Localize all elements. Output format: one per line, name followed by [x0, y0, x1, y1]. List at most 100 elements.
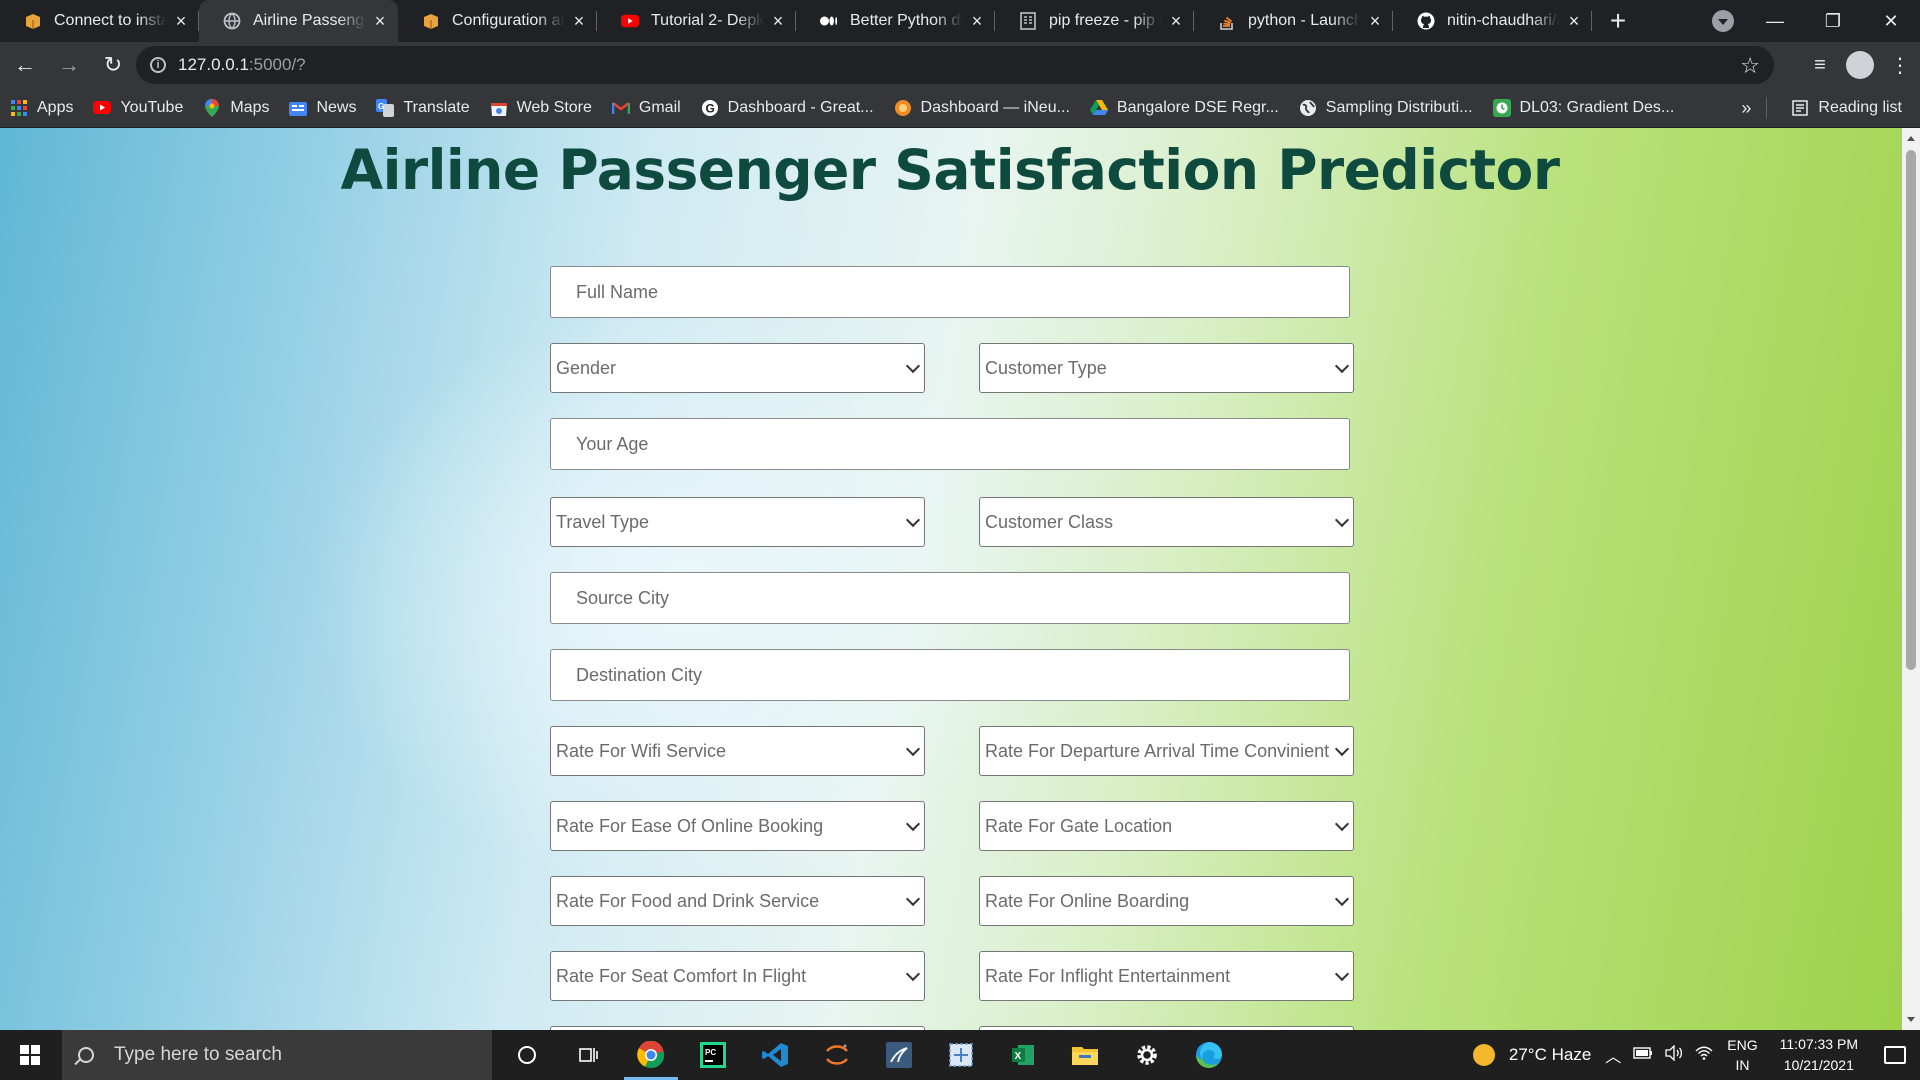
reading-list-button[interactable]: Reading list — [1781, 93, 1920, 123]
tab-configuration[interactable]: Configuration and × — [398, 0, 597, 42]
back-arrow-icon[interactable]: ← — [6, 46, 44, 84]
seat-comfort-rating-select[interactable]: Rate For Seat Comfort In Flight — [550, 951, 925, 1001]
language-top: ENG — [1727, 1037, 1758, 1053]
more-bookmarks-chevron-icon[interactable]: » — [1726, 98, 1766, 119]
mysql-workbench-icon[interactable] — [868, 1030, 930, 1080]
bookmark-news[interactable]: News — [279, 93, 366, 123]
gate-location-rating-select[interactable]: Rate For Gate Location — [979, 801, 1354, 851]
close-icon[interactable]: × — [1168, 12, 1184, 30]
menu-kebab-icon[interactable]: ⋮ — [1880, 45, 1920, 85]
taskbar-clock[interactable]: 11:07:33 PM 10/21/2021 — [1780, 1034, 1858, 1076]
restore-icon[interactable]: ❐ — [1804, 0, 1862, 42]
jupyter-icon[interactable] — [806, 1030, 868, 1080]
source-city-input[interactable]: Source City — [550, 572, 1350, 624]
close-icon[interactable]: × — [1566, 12, 1582, 30]
taskbar-search-input[interactable]: Type here to search — [62, 1030, 492, 1080]
customer-type-value: Customer Type — [985, 357, 1107, 378]
close-icon[interactable]: × — [372, 12, 388, 30]
chevron-down-icon — [905, 358, 921, 374]
gender-select[interactable]: Gender — [550, 343, 925, 393]
web-store-icon — [490, 99, 508, 117]
tab-search-icon[interactable] — [1712, 10, 1734, 32]
bookmark-dashboard-ineuron[interactable]: Dashboard — iNeu... — [884, 93, 1080, 123]
wifi-icon[interactable] — [1695, 1046, 1713, 1065]
tab-better-python[interactable]: Better Python dep × — [796, 0, 995, 42]
language-indicator[interactable]: ENG IN — [1727, 1035, 1757, 1075]
page-scrollbar[interactable] — [1902, 128, 1920, 1030]
excel-icon[interactable]: X — [992, 1030, 1054, 1080]
snipping-tool-icon[interactable] — [930, 1030, 992, 1080]
travel-type-select[interactable]: Travel Type — [550, 497, 925, 547]
info-icon[interactable]: i — [150, 57, 166, 73]
bookmark-star-icon[interactable]: ☆ — [1740, 53, 1760, 79]
bookmark-apps[interactable]: Apps — [0, 93, 83, 123]
windows-start-icon[interactable] — [0, 1030, 60, 1080]
media-queue-icon[interactable]: ≡ — [1800, 45, 1840, 85]
close-icon[interactable]: × — [173, 12, 189, 30]
scroll-up-icon[interactable] — [1907, 136, 1915, 141]
full-name-input[interactable]: Full Name — [550, 266, 1350, 318]
inflight-entertainment-rating-select[interactable]: Rate For Inflight Entertainment — [979, 951, 1354, 1001]
vscode-icon[interactable] — [744, 1030, 806, 1080]
tab-github[interactable]: nitin-chaudhari/a × — [1393, 0, 1592, 42]
tab-connect-instance[interactable]: Connect to instan × — [0, 0, 199, 42]
close-icon[interactable]: × — [571, 12, 587, 30]
notification-center-icon[interactable] — [1884, 1046, 1906, 1064]
weather-widget[interactable]: 27°C Haze — [1472, 1044, 1591, 1066]
bookmark-youtube[interactable]: YouTube — [83, 93, 193, 123]
online-boarding-rating-select[interactable]: Rate For Online Boarding — [979, 876, 1354, 926]
scroll-down-icon[interactable] — [1907, 1017, 1915, 1022]
edge-icon[interactable] — [1178, 1030, 1240, 1080]
forward-arrow-icon[interactable]: → — [50, 46, 88, 84]
url-path: :5000/? — [248, 55, 306, 74]
destination-city-input[interactable]: Destination City — [550, 649, 1350, 701]
pycharm-icon[interactable]: PC — [682, 1030, 744, 1080]
settings-gear-icon[interactable] — [1116, 1030, 1178, 1080]
close-icon[interactable]: × — [770, 12, 786, 30]
close-icon[interactable]: × — [1367, 12, 1383, 30]
tab-airline-passenger[interactable]: Airline Passenger × — [199, 0, 398, 42]
customer-class-select[interactable]: Customer Class — [979, 497, 1354, 547]
tab-python-launching[interactable]: python - Launchin × — [1194, 0, 1393, 42]
departure-arrival-rating-select[interactable]: Rate For Departure Arrival Time Convinie… — [979, 726, 1354, 776]
online-boarding-rating-value: Rate For Online Boarding — [985, 890, 1190, 911]
battery-icon[interactable] — [1633, 1046, 1653, 1064]
close-icon[interactable]: × — [969, 12, 985, 30]
weather-haze-icon — [1472, 1044, 1495, 1066]
svg-text:G: G — [378, 102, 384, 111]
show-hidden-icons-chevron-icon[interactable]: ︿ — [1605, 1043, 1621, 1067]
bookmark-bangalore-dse[interactable]: Bangalore DSE Regr... — [1080, 93, 1289, 123]
wifi-rating-select[interactable]: Rate For Wifi Service — [550, 726, 925, 776]
online-booking-rating-select[interactable]: Rate For Ease Of Online Booking — [550, 801, 925, 851]
avatar[interactable] — [1846, 51, 1874, 79]
tab-tutorial-deploy[interactable]: Tutorial 2- Deploy × — [597, 0, 796, 42]
chrome-icon[interactable] — [620, 1030, 682, 1080]
food-drink-rating-select[interactable]: Rate For Food and Drink Service — [550, 876, 925, 926]
globe-icon — [223, 12, 241, 30]
reload-icon[interactable]: ↻ — [94, 46, 132, 84]
close-window-icon[interactable]: ✕ — [1862, 0, 1920, 42]
task-view-icon[interactable] — [558, 1030, 620, 1080]
age-input[interactable]: Your Age — [550, 418, 1350, 470]
cortana-icon[interactable] — [496, 1030, 558, 1080]
gender-value: Gender — [556, 357, 617, 378]
bookmark-dl03-gradient[interactable]: DL03: Gradient Des... — [1483, 93, 1685, 123]
stackoverflow-icon — [1218, 12, 1236, 30]
tab-pip-freeze[interactable]: pip freeze - pip d × — [995, 0, 1194, 42]
wifi-rating-value: Rate For Wifi Service — [556, 740, 727, 761]
address-bar[interactable]: i 127.0.0.1:5000/? ☆ — [136, 46, 1774, 84]
bookmark-gmail[interactable]: Gmail — [602, 93, 691, 123]
aws-box-icon — [422, 12, 440, 30]
file-explorer-icon[interactable] — [1054, 1030, 1116, 1080]
bookmark-dashboard-great[interactable]: G Dashboard - Great... — [691, 93, 884, 123]
chevron-down-icon — [1334, 816, 1350, 832]
bookmark-maps[interactable]: Maps — [193, 93, 279, 123]
volume-icon[interactable] — [1665, 1043, 1683, 1066]
bookmark-web-store[interactable]: Web Store — [480, 93, 602, 123]
bookmark-translate[interactable]: G Translate — [366, 93, 479, 123]
customer-type-select[interactable]: Customer Type — [979, 343, 1354, 393]
bookmark-sampling-distribution[interactable]: Sampling Distributi... — [1289, 93, 1483, 123]
minimize-icon[interactable]: — — [1746, 0, 1804, 42]
scrollbar-thumb[interactable] — [1906, 150, 1916, 670]
new-tab-button[interactable]: + — [1598, 0, 1638, 42]
